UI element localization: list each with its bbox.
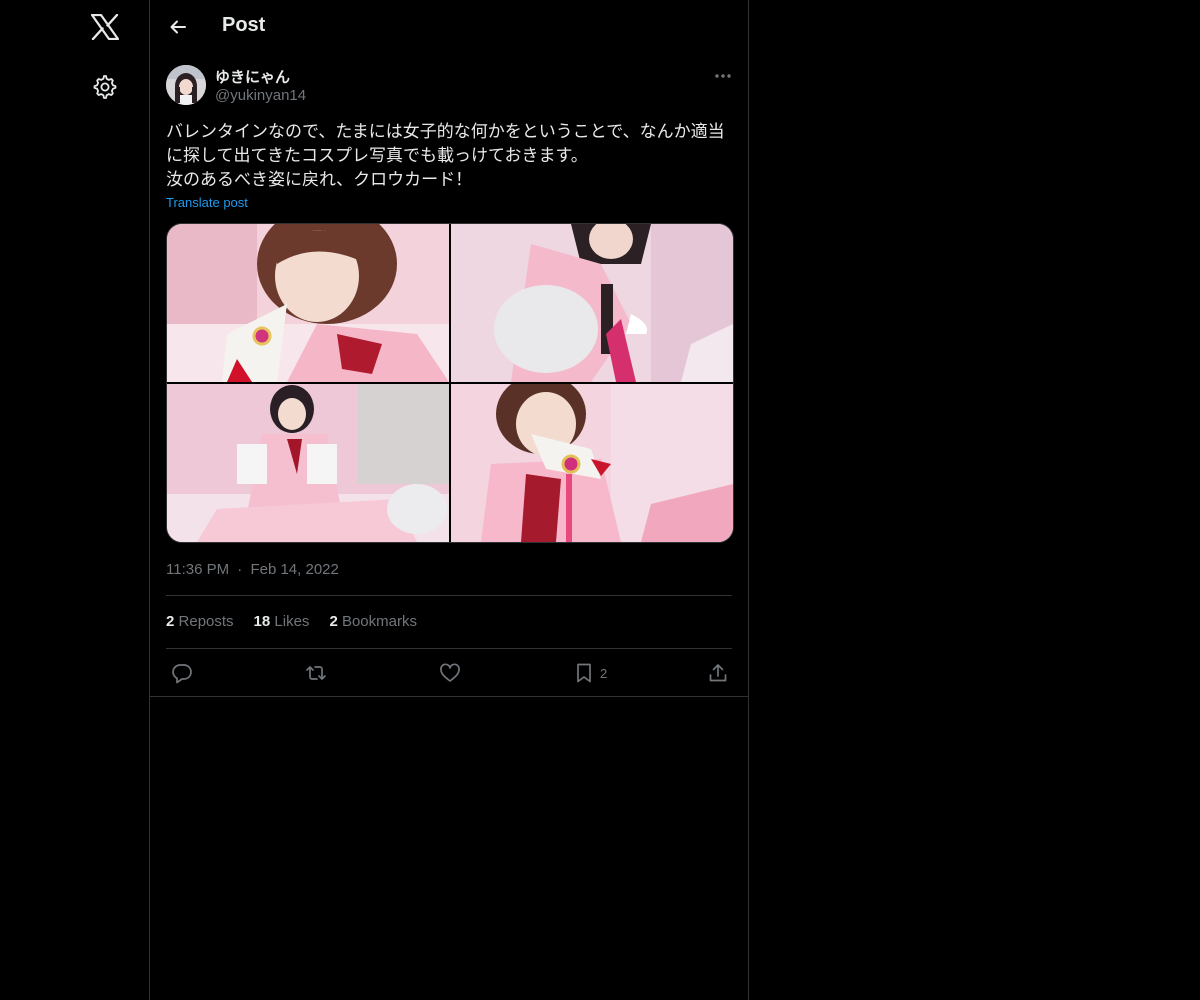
action-bar: 2 — [150, 649, 748, 697]
likes-count: 18 — [253, 613, 271, 630]
bookmarks-count: 2 — [329, 613, 338, 630]
reposts-stat[interactable]: 2 Reposts — [166, 613, 234, 630]
media-grid — [166, 223, 734, 543]
page-title: Post — [222, 14, 266, 36]
bookmark-button[interactable]: 2 — [574, 661, 607, 685]
bookmarks-label: Bookmarks — [341, 613, 417, 630]
left-nav — [0, 0, 149, 1000]
back-button[interactable] — [164, 13, 192, 41]
like-button[interactable] — [439, 661, 461, 685]
post-time: 11:36 PM — [166, 561, 230, 578]
avatar[interactable] — [166, 65, 206, 105]
share-icon — [709, 664, 727, 682]
heart-icon — [440, 663, 460, 682]
media-photo-3[interactable] — [167, 384, 449, 542]
media-photo-2[interactable] — [451, 224, 733, 382]
bookmark-count: 2 — [600, 665, 608, 681]
reply-icon — [172, 664, 192, 684]
post-date: Feb 14, 2022 — [250, 561, 339, 578]
likes-stat[interactable]: 18 Likes — [254, 613, 310, 630]
post-column: Post ゆきにゃん @yukinyan14 バレンタインなので、たまには女子的… — [149, 0, 749, 1000]
gear-icon[interactable] — [91, 73, 119, 101]
media-photo-4[interactable] — [451, 384, 733, 542]
repost-icon — [306, 666, 326, 680]
header: Post — [150, 0, 748, 54]
display-name[interactable]: ゆきにゃん — [215, 66, 290, 87]
likes-label: Likes — [274, 613, 310, 630]
reply-button[interactable] — [171, 661, 193, 685]
translate-post-link[interactable]: Translate post — [166, 195, 248, 210]
handle[interactable]: @yukinyan14 — [215, 87, 306, 104]
x-logo-icon[interactable] — [89, 11, 121, 43]
post-stats: 2 Reposts 18 Likes 2 Bookmarks — [166, 613, 417, 630]
timestamp-separator: · — [237, 561, 243, 578]
reposts-count: 2 — [166, 613, 175, 630]
media-photo-1[interactable] — [167, 224, 449, 382]
arrow-left-icon — [170, 20, 186, 34]
bookmarks-stat[interactable]: 2 Bookmarks — [329, 613, 417, 630]
reposts-label: Reposts — [178, 613, 234, 630]
more-dots-icon — [715, 74, 731, 78]
repost-button[interactable] — [304, 661, 328, 685]
post-timestamp[interactable]: 11:36 PM · Feb 14, 2022 — [166, 561, 339, 578]
more-options-button[interactable] — [710, 63, 736, 89]
share-button[interactable] — [707, 661, 729, 685]
bookmark-icon — [577, 663, 591, 683]
post-text: バレンタインなので、たまには女子的な何かをということで、なんか適当 に探して出て… — [166, 122, 725, 189]
divider — [166, 595, 732, 596]
